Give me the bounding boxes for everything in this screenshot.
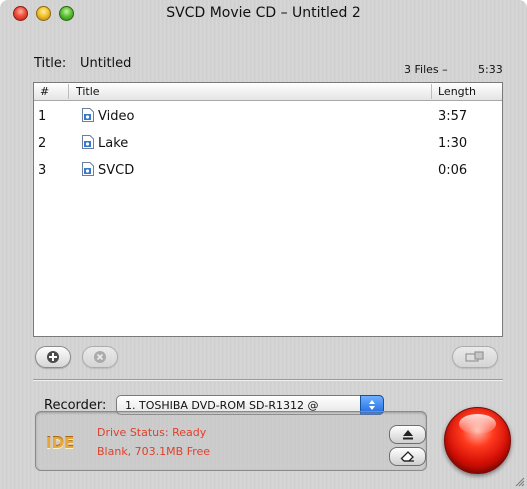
app-window: SVCD Movie CD – Untitled 2 Title: Untitl…	[0, 0, 527, 489]
document-icon	[82, 108, 94, 122]
burn-icon	[459, 414, 496, 434]
document-icon	[82, 135, 94, 149]
document-title-value[interactable]: Untitled	[80, 56, 131, 71]
column-divider	[431, 84, 432, 99]
media-status-text: Blank, 703.1MB Free	[97, 445, 211, 458]
total-length: 5:33	[478, 63, 503, 76]
plus-icon	[47, 351, 59, 363]
drawer-toggle-button[interactable]	[452, 346, 498, 368]
row-length: 3:57	[438, 109, 468, 124]
drive-status-panel: IDE Drive Status: Ready Blank, 703.1MB F…	[35, 411, 427, 471]
row-title: SVCD	[98, 163, 135, 178]
row-title: Video	[98, 109, 135, 124]
drawer-icon	[465, 351, 484, 362]
separator	[33, 379, 503, 381]
title-bar[interactable]: SVCD Movie CD – Untitled 2	[0, 0, 527, 28]
x-icon	[94, 351, 106, 363]
burn-button[interactable]	[444, 407, 511, 474]
table-row[interactable]: 2 Lake 1:30	[34, 130, 502, 156]
erase-button[interactable]	[389, 447, 426, 466]
row-number: 2	[38, 136, 47, 151]
eject-button[interactable]	[389, 425, 426, 444]
row-title: Lake	[98, 136, 129, 151]
document-title-label: Title:	[34, 56, 67, 71]
table-row[interactable]: 3 SVCD 0:06	[34, 157, 502, 183]
row-number: 3	[38, 163, 47, 178]
table-header: # Title Length	[34, 83, 502, 101]
row-length: 0:06	[438, 163, 468, 178]
table-row[interactable]: 1 Video 3:57	[34, 103, 502, 129]
drive-status-text: Drive Status: Ready	[97, 426, 207, 439]
add-button[interactable]	[35, 346, 71, 368]
column-divider	[68, 84, 69, 99]
ide-logo: IDE	[46, 434, 75, 452]
resize-grip-icon[interactable]	[513, 475, 525, 487]
eject-icon	[402, 429, 413, 439]
window-title: SVCD Movie CD – Untitled 2	[166, 5, 361, 21]
row-number: 1	[38, 109, 47, 124]
column-header-number[interactable]: #	[40, 85, 49, 98]
document-icon	[82, 162, 94, 176]
column-header-title[interactable]: Title	[76, 85, 100, 98]
row-length: 1:30	[438, 136, 468, 151]
remove-button[interactable]	[82, 346, 118, 368]
file-table[interactable]: # Title Length 1 Video 3:57 2 Lake 1:30 …	[33, 82, 503, 337]
column-header-length[interactable]: Length	[438, 85, 476, 98]
eraser-icon	[400, 450, 414, 462]
files-count: 3 Files –	[404, 63, 448, 76]
